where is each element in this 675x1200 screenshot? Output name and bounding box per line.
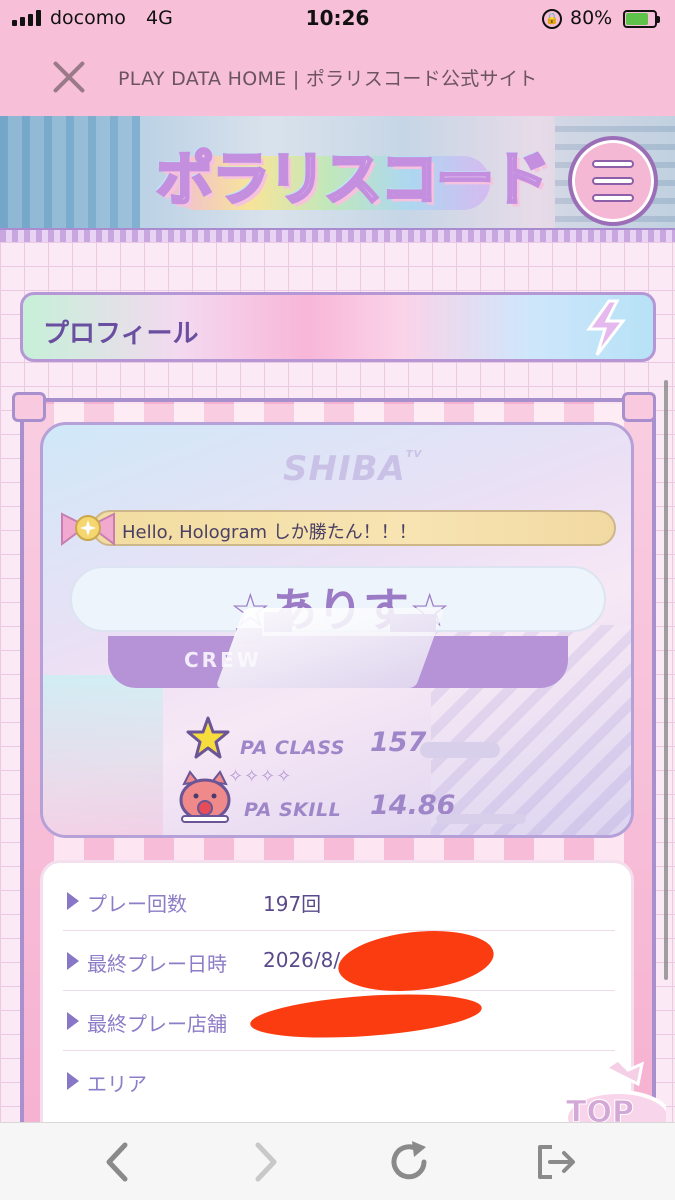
reload-icon [391, 1141, 427, 1180]
play-info-table: プレー回数 197回 最終プレー日時 2026/8/ 最終プレー店舗 エリア [40, 860, 634, 1122]
rank-marks: ✧✧✧✧ [228, 766, 293, 787]
title-badge-text: Hello, Hologram しか勝たん！！！ [122, 522, 417, 543]
brand-sup: TV [405, 449, 423, 460]
top-label: TOP [566, 1095, 634, 1122]
pa-class-track [420, 742, 500, 758]
browser-bottom-nav [0, 1122, 675, 1200]
info-value: 2026/8/ [263, 948, 341, 972]
bullet-triangle-icon [67, 892, 79, 910]
frame-corner-left [12, 392, 46, 422]
bullet-triangle-icon [67, 1072, 79, 1090]
battery-icon [623, 10, 660, 28]
forward-button[interactable] [242, 1139, 288, 1185]
profile-section-header: プロフィール [20, 292, 656, 362]
close-icon[interactable] [50, 58, 88, 96]
info-label: プレー回数 [87, 892, 187, 916]
info-row-area: エリア [63, 1051, 615, 1111]
share-exit-button[interactable] [532, 1139, 578, 1185]
info-label: エリア [87, 1072, 147, 1096]
bullet-triangle-icon [67, 1012, 79, 1030]
pa-class-value: 157 [370, 727, 427, 758]
redaction-scribble [215, 608, 445, 688]
exit-icon [538, 1145, 575, 1179]
info-value: 197回 [263, 892, 322, 916]
pa-class-label: PA CLASS [240, 737, 345, 759]
header-border [0, 228, 675, 242]
info-label: 最終プレー店舗 [87, 1012, 227, 1036]
bullet-triangle-icon [67, 952, 79, 970]
battery-percent: 80% [570, 7, 613, 29]
lightning-icon [586, 299, 627, 356]
back-button[interactable] [95, 1139, 141, 1185]
pa-skill-label: PA SKILL [244, 799, 342, 821]
card-decoration [43, 675, 163, 835]
chevron-right-icon [255, 1142, 277, 1182]
title-badge: Hello, Hologram しか勝たん！！！ [92, 510, 616, 546]
brand-logo: SHIBATV [283, 449, 422, 489]
browser-title-bar: PLAY DATA HOME | ポラリスコード公式サイト [0, 38, 675, 116]
pa-skill-track [436, 814, 526, 824]
cat-mascot-icon [179, 770, 231, 823]
rotation-lock-icon: 🔒 [542, 9, 562, 29]
menu-button[interactable] [568, 136, 658, 226]
frame-corner-right [622, 392, 656, 422]
site-logo[interactable]: ポラリスコード [154, 132, 551, 216]
profile-section-title: プロフィール [43, 319, 199, 349]
scrollbar[interactable] [664, 380, 668, 980]
chevron-left-icon [106, 1142, 128, 1182]
status-bar: docomo 4G 10:26 🔒 80% [0, 0, 675, 38]
ribbon-icon [61, 512, 115, 546]
star-icon [186, 716, 230, 759]
back-to-top-button[interactable]: TOP [556, 1060, 666, 1122]
brand-text: SHIBA [283, 449, 406, 489]
info-label: 最終プレー日時 [87, 952, 227, 976]
page-title: PLAY DATA HOME | ポラリスコード公式サイト [118, 68, 538, 90]
reload-button[interactable] [386, 1139, 432, 1185]
info-row-play-count: プレー回数 197回 [63, 871, 615, 931]
